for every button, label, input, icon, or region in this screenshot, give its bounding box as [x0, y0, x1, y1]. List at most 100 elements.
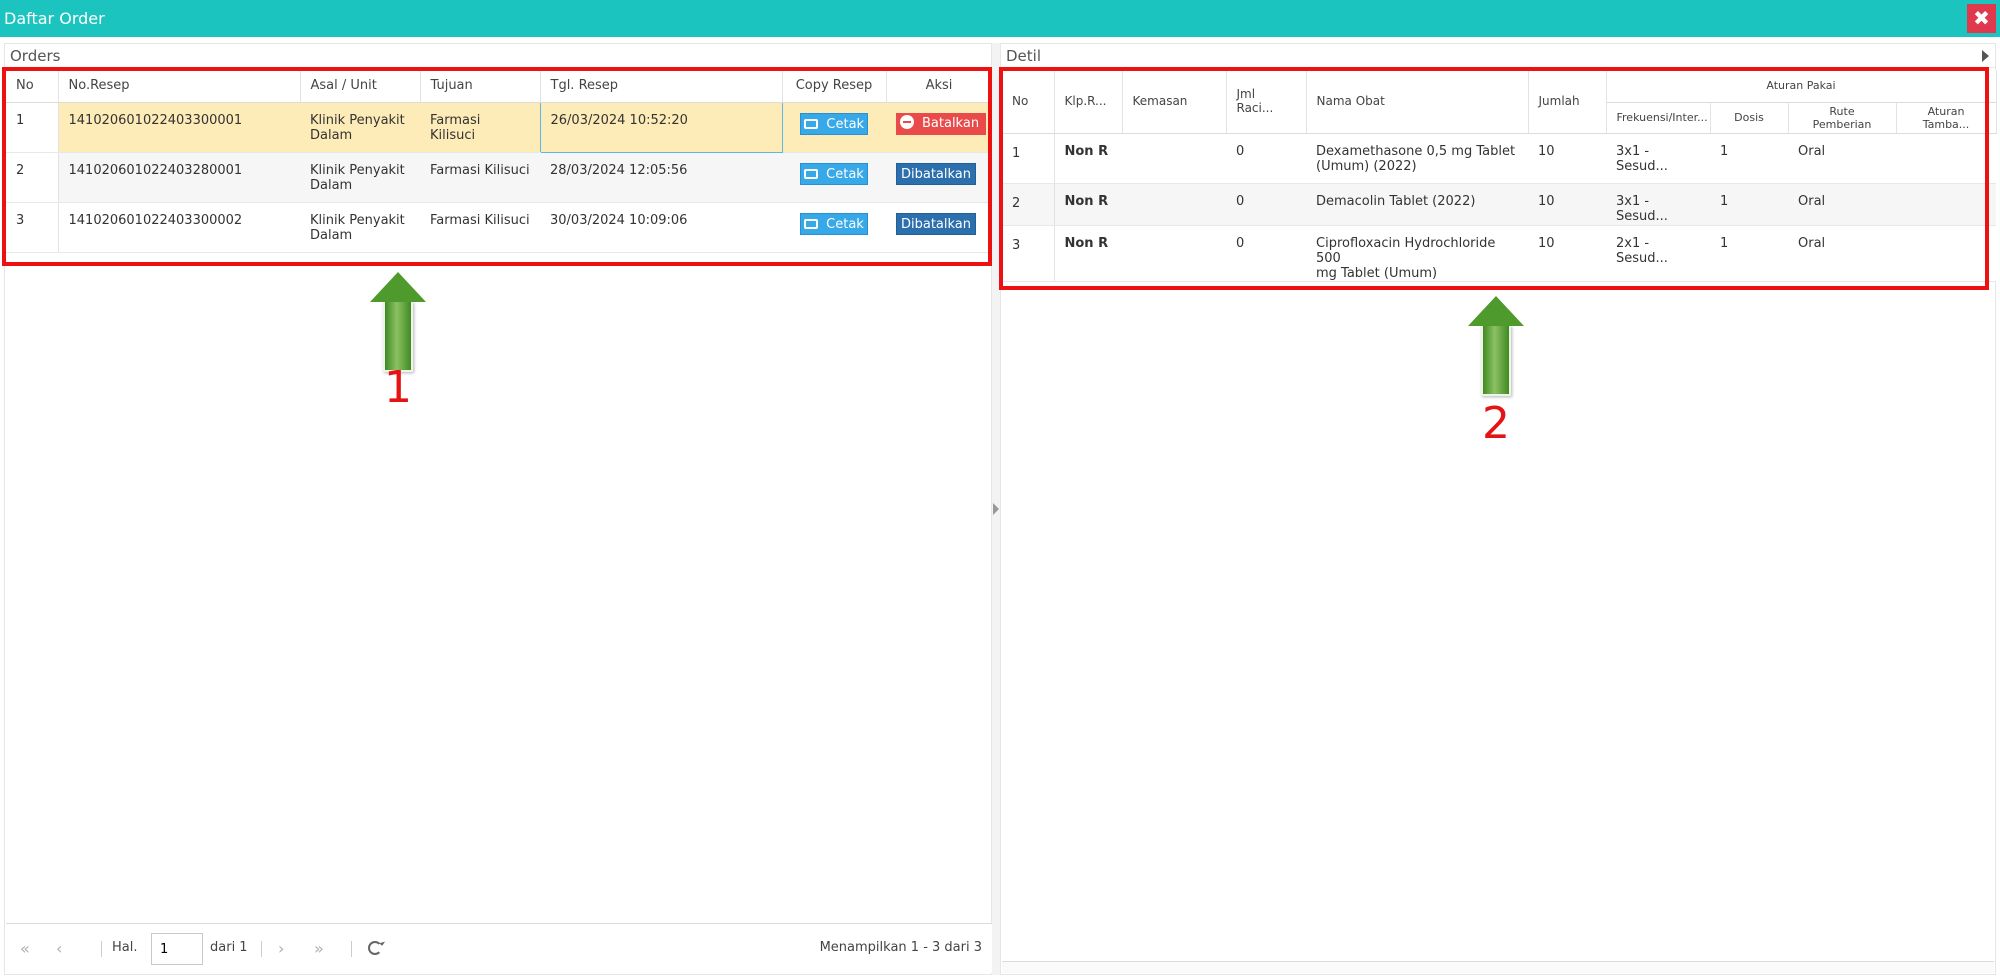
orders-panel-title: Orders [5, 44, 991, 68]
table-row[interactable]: 2 141020601022403280001 Klinik Penyakit D… [6, 152, 992, 203]
col-header-jumlah[interactable]: Jumlah [1528, 70, 1607, 134]
cell-jml-racikan: 0 [1226, 225, 1306, 282]
col-header-dosis[interactable]: Dosis [1710, 102, 1789, 134]
pagination-bar: « ‹ Hal. dari 1 › » Menampilkan 1 - 3 da… [6, 923, 992, 973]
col-header-aksi[interactable]: Aksi [886, 70, 993, 103]
printer-icon [804, 218, 819, 229]
detail-table: No Klp.R... Kemasan Jml Raci... Nama Oba… [1002, 70, 1997, 282]
table-row[interactable]: 3 Non R 0 Ciprofloxacin Hydrochloride 50… [1002, 225, 1997, 282]
cell-no-resep: 141020601022403280001 [58, 152, 300, 203]
arrow-shaft [1481, 326, 1511, 396]
cell-aksi: Dibatalkan [886, 152, 992, 203]
cetak-button[interactable]: Cetak [800, 212, 868, 235]
col-header-rute[interactable]: Rute Pemberian [1788, 102, 1897, 134]
orders-panel: Orders No No.Resep Asal / Unit Tujuan Tg… [4, 43, 993, 975]
refresh-icon[interactable] [368, 941, 382, 955]
cell-aksi: Dibatalkan [886, 202, 992, 253]
cell-frekuensi: 2x1 - Sesud... [1606, 225, 1710, 282]
cetak-button[interactable]: Cetak [800, 162, 868, 185]
cell-kemasan [1122, 225, 1226, 282]
cell-nama-obat: Ciprofloxacin Hydrochloride 500 mg Tablet… [1306, 225, 1528, 282]
col-header-nama-obat[interactable]: Nama Obat [1306, 70, 1529, 134]
col-header-frekuensi[interactable]: Frekuensi/Inter... [1606, 102, 1711, 134]
cell-rute: Oral [1788, 133, 1896, 184]
cell-tgl[interactable]: 26/03/2024 10:52:20 [539, 101, 783, 153]
prev-page-icon[interactable]: ‹ [56, 939, 62, 958]
cell-no: 3 [1002, 225, 1055, 282]
cell-dosis: 1 [1710, 183, 1788, 226]
cell-no: 3 [6, 202, 59, 253]
col-header-asal[interactable]: Asal / Unit [300, 70, 421, 103]
cell-no: 2 [1002, 183, 1055, 226]
cell-copy: Cetak [782, 102, 886, 153]
asal-line1: Klinik Penyakit [310, 112, 405, 128]
orders-table: No No.Resep Asal / Unit Tujuan Tgl. Rese… [6, 70, 993, 253]
asal-line1: Klinik Penyakit [310, 162, 405, 178]
cell-tgl: 30/03/2024 10:09:06 [540, 202, 782, 253]
nama-line1: Dexamethasone 0,5 mg Tablet [1316, 143, 1516, 159]
col-header-tujuan[interactable]: Tujuan [420, 70, 541, 103]
last-page-icon[interactable]: » [314, 939, 324, 958]
pager-info: Menampilkan 1 - 3 dari 3 [819, 940, 982, 955]
page-total-label: dari 1 [210, 940, 248, 955]
window-title: Daftar Order [4, 9, 105, 28]
cell-aksi: Batalkan [886, 102, 992, 153]
window-titlebar: Daftar Order ✖ [0, 0, 2000, 37]
dibatalkan-button[interactable]: Dibatalkan [896, 162, 976, 185]
page-label: Hal. [112, 940, 138, 955]
col-header-no-resep[interactable]: No.Resep [58, 70, 301, 103]
col-header-no[interactable]: No [1002, 70, 1055, 134]
cetak-button[interactable]: Cetak [800, 112, 869, 135]
callout-number-2: 2 [1482, 398, 1510, 449]
arrow-head [370, 272, 426, 302]
callout-number-1: 1 [384, 362, 412, 413]
next-page-icon[interactable]: › [278, 939, 284, 958]
col-header-tgl[interactable]: Tgl. Resep [540, 70, 783, 103]
cell-jumlah: 10 [1528, 183, 1606, 226]
cell-copy: Cetak [782, 202, 886, 253]
table-row[interactable]: 2 Non R 0 Demacolin Tablet (2022) 10 3x1… [1002, 183, 1997, 226]
table-row[interactable]: 1 Non R 0 Dexamethasone 0,5 mg Tablet (Um… [1002, 133, 1997, 184]
cetak-label: Cetak [826, 166, 864, 182]
batalkan-button[interactable]: Batalkan [896, 112, 986, 135]
cell-jml-racikan: 0 [1226, 133, 1306, 184]
cell-tgl: 28/03/2024 12:05:56 [540, 152, 782, 203]
table-row[interactable]: 3 141020601022403300002 Klinik Penyakit D… [6, 202, 992, 253]
cell-aturan-tambahan [1896, 225, 1997, 282]
cell-frekuensi: 3x1 - Sesud... [1606, 183, 1710, 226]
pager-divider [351, 941, 352, 957]
cell-jumlah: 10 [1528, 133, 1606, 184]
page-number-input[interactable] [151, 933, 203, 965]
table-row[interactable]: 1 141020601022403300001 Klinik Penyakit D… [6, 101, 992, 153]
up-arrow-icon [368, 272, 428, 372]
pager-divider [261, 941, 262, 957]
cell-kemasan [1122, 133, 1226, 184]
cell-dosis: 1 [1710, 225, 1788, 282]
nama-line2: (Umum) (2022) [1316, 158, 1417, 174]
cetak-label: Cetak [826, 116, 865, 132]
cell-klp: Non R [1054, 133, 1122, 184]
asal-line1: Klinik Penyakit [310, 212, 405, 228]
cell-jumlah: 10 [1528, 225, 1606, 282]
cell-tujuan: Farmasi Kilisuci [420, 152, 540, 203]
col-header-copy[interactable]: Copy Resep [782, 70, 887, 103]
close-button[interactable]: ✖ [1967, 4, 1996, 33]
col-header-aturan-tambahan[interactable]: Aturan Tamba... [1896, 102, 1997, 134]
col-header-no[interactable]: No [6, 70, 59, 103]
col-header-kemasan[interactable]: Kemasan [1122, 70, 1227, 134]
col-group-aturan-pakai: Aturan Pakai [1606, 70, 1997, 103]
detail-panel-title: Detil [1001, 44, 1995, 68]
panel-splitter[interactable] [992, 43, 1000, 975]
cell-frekuensi: 3x1 - Sesud... [1606, 133, 1710, 184]
col-header-jml-racikan[interactable]: Jml Raci... [1226, 70, 1307, 134]
up-arrow-icon [1466, 296, 1526, 396]
asal-line2: Dalam [310, 127, 353, 143]
arrow-head [1468, 296, 1524, 326]
first-page-icon[interactable]: « [20, 939, 30, 958]
collapse-arrow-icon[interactable] [1982, 50, 1989, 62]
cell-no: 1 [1002, 133, 1055, 184]
cell-jml-racikan: 0 [1226, 183, 1306, 226]
col-header-klp[interactable]: Klp.R... [1054, 70, 1123, 134]
dibatalkan-button[interactable]: Dibatalkan [896, 212, 976, 235]
chevron-right-icon[interactable] [993, 503, 999, 515]
